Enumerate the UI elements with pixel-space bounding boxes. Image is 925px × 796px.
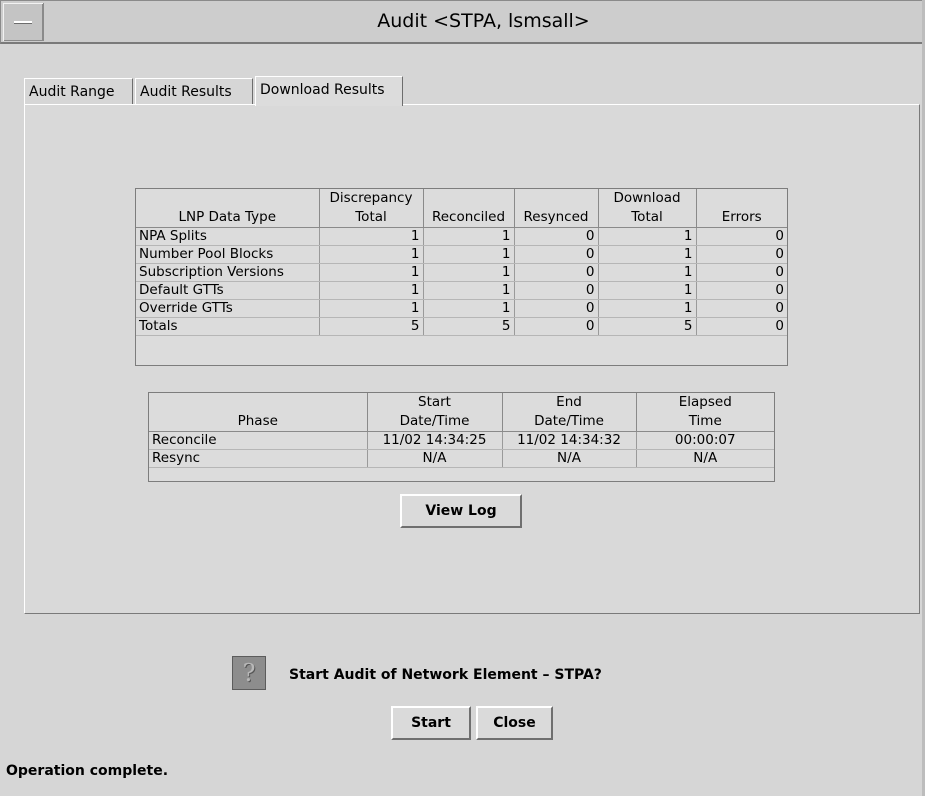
table-row[interactable]: Subscription Versions 1 1 0 1 0 [136, 263, 787, 282]
tab-download-results[interactable]: Download Results [255, 76, 403, 106]
cell-reconciled: 1 [423, 299, 515, 318]
column-header-reconciled: Reconciled [423, 189, 515, 228]
tab-audit-range[interactable]: Audit Range [24, 78, 133, 104]
audit-prompt-text: Start Audit of Network Element – STPA? [289, 667, 602, 683]
cell-reconciled: 1 [423, 281, 515, 300]
table-row[interactable]: NPA Splits 1 1 0 1 0 [136, 227, 787, 246]
start-button[interactable]: Start [391, 706, 471, 740]
cell-discrepancy-total: 1 [319, 281, 424, 300]
title-bar: Audit <STPA, lsmsall> [0, 0, 923, 44]
table-row[interactable]: Resync N/A N/A N/A [149, 449, 774, 468]
cell-end: 11/02 14:34:32 [502, 431, 637, 450]
column-header-lnp-data-type: LNP Data Type [136, 189, 320, 228]
table-row[interactable]: Reconcile 11/02 14:34:25 11/02 14:34:32 … [149, 431, 774, 450]
close-button[interactable]: Close [476, 706, 553, 740]
cell-download-total: 1 [598, 227, 697, 246]
cell-reconciled: 1 [423, 263, 515, 282]
cell-resynced: 0 [514, 317, 599, 336]
cell-discrepancy-total: 5 [319, 317, 424, 336]
cell-errors: 0 [696, 263, 787, 282]
cell-discrepancy-total: 1 [319, 245, 424, 264]
column-header-resynced: Resynced [514, 189, 599, 228]
cell-errors: 0 [696, 281, 787, 300]
cell-reconciled: 1 [423, 245, 515, 264]
cell-data-type: NPA Splits [136, 227, 320, 246]
cell-resynced: 0 [514, 227, 599, 246]
column-header-elapsed-time: Elapsed Time [636, 393, 774, 432]
question-icon: ? [232, 656, 266, 690]
phase-table: Phase Start Date/Time End Date/Time Elapse… [148, 392, 775, 482]
cell-elapsed: N/A [636, 449, 774, 468]
tab-audit-results[interactable]: Audit Results [135, 78, 253, 104]
table-header-row: Phase Start Date/Time End Date/Time Elapse… [149, 393, 774, 432]
cell-data-type: Override GTTs [136, 299, 320, 318]
column-header-end-date-time: End Date/Time [502, 393, 637, 432]
cell-start: N/A [367, 449, 503, 468]
column-header-errors: Errors [696, 189, 787, 228]
cell-data-type: Number Pool Blocks [136, 245, 320, 264]
cell-phase: Reconcile [149, 431, 368, 450]
window-menu-icon [14, 21, 32, 24]
cell-errors: 0 [696, 317, 787, 336]
cell-download-total: 1 [598, 263, 697, 282]
cell-discrepancy-total: 1 [319, 299, 424, 318]
column-header-discrepancy-total: Discrepancy Total [319, 189, 424, 228]
cell-data-type: Totals [136, 317, 320, 336]
status-message: Operation complete. [6, 763, 169, 779]
cell-end: N/A [502, 449, 637, 468]
window-menu-button[interactable] [3, 3, 44, 41]
cell-resynced: 0 [514, 281, 599, 300]
window-title: Audit <STPA, lsmsall> [377, 10, 590, 32]
table-row-totals[interactable]: Totals 5 5 0 5 0 [136, 317, 787, 336]
cell-resynced: 0 [514, 299, 599, 318]
lnp-data-table: LNP Data Type Discrepancy Total Reconcile… [135, 188, 788, 366]
cell-errors: 0 [696, 299, 787, 318]
cell-data-type: Default GTTs [136, 281, 320, 300]
table-header-row: LNP Data Type Discrepancy Total Reconcile… [136, 189, 787, 228]
cell-errors: 0 [696, 227, 787, 246]
cell-download-total: 5 [598, 317, 697, 336]
table-row[interactable]: Number Pool Blocks 1 1 0 1 0 [136, 245, 787, 264]
view-log-button[interactable]: View Log [400, 494, 522, 528]
table-row[interactable]: Override GTTs 1 1 0 1 0 [136, 299, 787, 318]
cell-download-total: 1 [598, 299, 697, 318]
cell-phase: Resync [149, 449, 368, 468]
cell-start: 11/02 14:34:25 [367, 431, 503, 450]
column-header-phase: Phase [149, 393, 368, 432]
cell-reconciled: 1 [423, 227, 515, 246]
cell-data-type: Subscription Versions [136, 263, 320, 282]
cell-discrepancy-total: 1 [319, 227, 424, 246]
cell-errors: 0 [696, 245, 787, 264]
cell-reconciled: 5 [423, 317, 515, 336]
cell-download-total: 1 [598, 281, 697, 300]
cell-discrepancy-total: 1 [319, 263, 424, 282]
cell-download-total: 1 [598, 245, 697, 264]
column-header-download-total: Download Total [598, 189, 697, 228]
cell-elapsed: 00:00:07 [636, 431, 774, 450]
cell-resynced: 0 [514, 245, 599, 264]
cell-resynced: 0 [514, 263, 599, 282]
column-header-start-date-time: Start Date/Time [367, 393, 503, 432]
table-row[interactable]: Default GTTs 1 1 0 1 0 [136, 281, 787, 300]
